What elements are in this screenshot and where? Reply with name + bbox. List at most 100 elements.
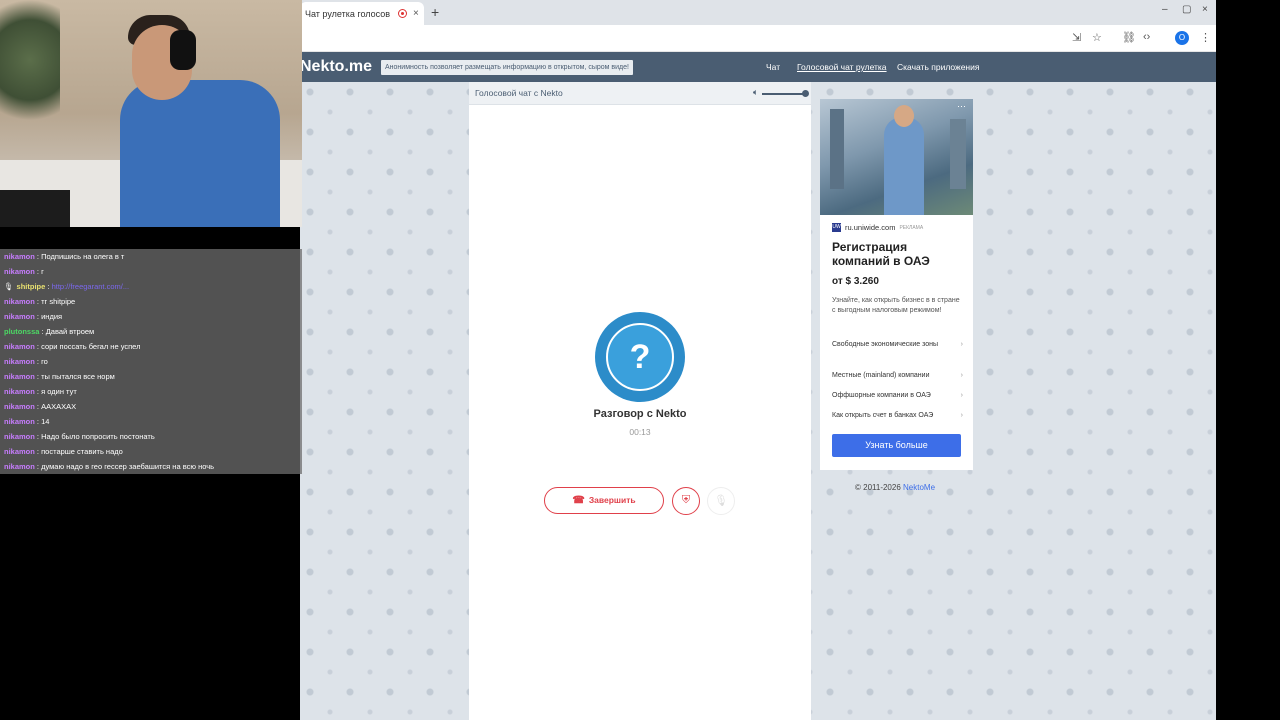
bookmark-star-icon[interactable]: ☆	[1092, 31, 1102, 44]
ad-link-label: Местные (mainland) компании	[832, 372, 930, 379]
ad-source[interactable]: UW ru.uniwide.com РЕКЛАМА	[832, 223, 923, 232]
minimize-button[interactable]: –	[1162, 4, 1168, 15]
volume-icon[interactable]: 🔈︎	[753, 87, 758, 98]
browser-toolbar: ⇲ ☆ ⛓ ‹› O ⋮	[300, 25, 1216, 52]
chat-username[interactable]: nikamon	[4, 432, 35, 441]
nav-chat[interactable]: Чат	[766, 62, 780, 72]
chat-message: nikamon : Подпишись на олега в т	[0, 249, 302, 264]
new-tab-button[interactable]: +	[431, 4, 439, 20]
chat-text: го	[41, 357, 48, 366]
panel-title: Голосовой чат с Nekto	[475, 88, 563, 98]
chat-text: г	[41, 267, 44, 276]
restore-button[interactable]: ▢	[1182, 4, 1191, 15]
chat-message: nikamon : индия	[0, 309, 302, 324]
chevron-right-icon: ›	[960, 372, 963, 379]
chat-text: Давай втроем	[45, 327, 95, 336]
chat-message: nikamon : тг shitpipe	[0, 294, 302, 309]
chat-message: nikamon : я один тут	[0, 384, 302, 399]
chat-text: думаю надо в гео гессер заебашится на вс…	[41, 462, 215, 471]
partner-avatar: ?	[595, 312, 685, 402]
chat-username[interactable]: nikamon	[4, 252, 35, 261]
ad-title[interactable]: Регистрация компаний в ОАЭ	[832, 240, 967, 268]
chat-username[interactable]: nikamon	[4, 402, 35, 411]
menu-kebab-icon[interactable]: ⋮	[1200, 31, 1211, 44]
ad-link-label: Свободные экономические зоны	[832, 341, 939, 348]
ad-price: от $ 3.260	[832, 276, 879, 287]
site-logo[interactable]: Nekto.me	[300, 58, 372, 76]
copyright-text: © 2011-2026	[855, 483, 901, 492]
nav-download-apps[interactable]: Скачать приложения	[897, 62, 979, 72]
chevron-right-icon: ›	[960, 392, 963, 399]
chat-username[interactable]: nikamon	[4, 447, 35, 456]
tab-close-icon[interactable]: ×	[413, 8, 419, 19]
site-slogan: Анонимность позволяет размещать информац…	[381, 60, 633, 75]
end-call-button[interactable]: ☎ Завершить	[544, 487, 664, 514]
ad-link-mainland[interactable]: Местные (mainland) компании ›	[832, 371, 963, 381]
chat-message: nikamon : Надо было попросить постонать	[0, 429, 302, 444]
chat-message: nikamon : постарше ставить надо	[0, 444, 302, 459]
ad-link-free-zones[interactable]: Свободные экономические зоны ›	[832, 340, 963, 350]
chat-username[interactable]: nikamon	[4, 462, 35, 471]
mute-mic-button[interactable]: 🎙︎	[707, 487, 735, 515]
link-icon[interactable]: ⛓	[1122, 31, 1136, 44]
footer-copyright: © 2011-2026 NektoMe	[855, 483, 935, 492]
conversation-label: Разговор с Nekto	[593, 408, 687, 420]
shield-icon: ⛨	[681, 494, 691, 506]
close-window-button[interactable]: ×	[1202, 4, 1208, 15]
chat-text: 14	[41, 417, 50, 426]
chat-username[interactable]: nikamon	[4, 417, 35, 426]
ad-block[interactable]: ⋯ UW ru.uniwide.com РЕКЛАМА Регистрация …	[820, 99, 973, 470]
tab-strip: Чат рулетка голосов × + – ▢ ×	[300, 0, 1216, 25]
chat-username[interactable]: nikamon	[4, 357, 35, 366]
ad-link-label: Оффшорные компании в ОАЭ	[832, 392, 931, 399]
hangup-icon: ☎	[572, 495, 585, 506]
chat-text: Надо было попросить постонать	[41, 432, 155, 441]
chat-message: plutonssa : Давай втроем	[0, 324, 302, 339]
chat-text: Подпишись на олега в т	[41, 252, 125, 261]
chat-username[interactable]: nikamon	[4, 312, 35, 321]
chat-username[interactable]: nikamon	[4, 342, 35, 351]
nav-voice-chat[interactable]: Голосовой чат рулетка	[797, 62, 887, 72]
ad-link-offshore[interactable]: Оффшорные компании в ОАЭ ›	[832, 391, 963, 401]
chat-username[interactable]: nikamon	[4, 387, 35, 396]
profile-avatar[interactable]: O	[1175, 31, 1189, 45]
ad-link-bank-account[interactable]: Как открыть счет в банках ОАЭ ›	[832, 411, 963, 421]
ad-cta-button[interactable]: Узнать больше	[832, 434, 961, 457]
install-app-icon[interactable]: ⇲	[1072, 31, 1081, 44]
chat-message: nikamon : думаю надо в гео гессер заебаш…	[0, 459, 302, 474]
chat-username[interactable]: plutonssa	[4, 327, 39, 336]
tab-voice-chat[interactable]: Чат рулетка голосов ×	[300, 2, 424, 25]
chevron-right-icon: ›	[960, 341, 963, 348]
ad-image[interactable]: ⋯	[820, 99, 973, 215]
tab-title: Чат рулетка голосов	[305, 8, 390, 19]
volume-slider-track[interactable]	[762, 93, 806, 95]
chat-message: nikamon : ты пытался все норм	[0, 369, 302, 384]
footer-brand-link[interactable]: NektoMe	[903, 483, 935, 492]
chat-message: 🎙 shitpipe : http://freegarant.com/...	[0, 279, 302, 294]
chat-text: ААХАХАХ	[41, 402, 77, 411]
chat-message: nikamon : 14	[0, 414, 302, 429]
recording-icon	[398, 9, 407, 18]
ad-favicon-icon: UW	[832, 223, 841, 232]
mic-badge-icon: 🎙	[4, 282, 14, 291]
ad-link-label: Как открыть счет в банках ОАЭ	[832, 412, 934, 419]
chat-username[interactable]: nikamon	[4, 267, 35, 276]
chat-text: я один тут	[41, 387, 77, 396]
chat-username[interactable]: nikamon	[4, 372, 35, 381]
end-call-label: Завершить	[588, 495, 636, 505]
chat-text: постарше ставить надо	[41, 447, 123, 456]
chat-username[interactable]: shitpipe	[17, 282, 46, 291]
code-icon[interactable]: ‹›	[1143, 31, 1150, 43]
chat-text: сори поссать бегал не успел	[41, 342, 141, 351]
ad-more-icon[interactable]: ⋯	[957, 101, 966, 112]
ad-description: Узнайте, как открыть бизнес в в стране с…	[832, 297, 960, 314]
chat-link[interactable]: http://freegarant.com/...	[52, 282, 130, 291]
report-shield-button[interactable]: ⛨	[672, 487, 700, 515]
chat-text: индия	[41, 312, 63, 321]
volume-slider-handle[interactable]	[802, 90, 809, 97]
chat-message: nikamon : ААХАХАХ	[0, 399, 302, 414]
call-timer: 00:13	[629, 427, 651, 437]
chevron-right-icon: ›	[960, 412, 963, 419]
chat-username[interactable]: nikamon	[4, 297, 35, 306]
panel-header: Голосовой чат с Nekto 🔈︎	[469, 82, 811, 105]
